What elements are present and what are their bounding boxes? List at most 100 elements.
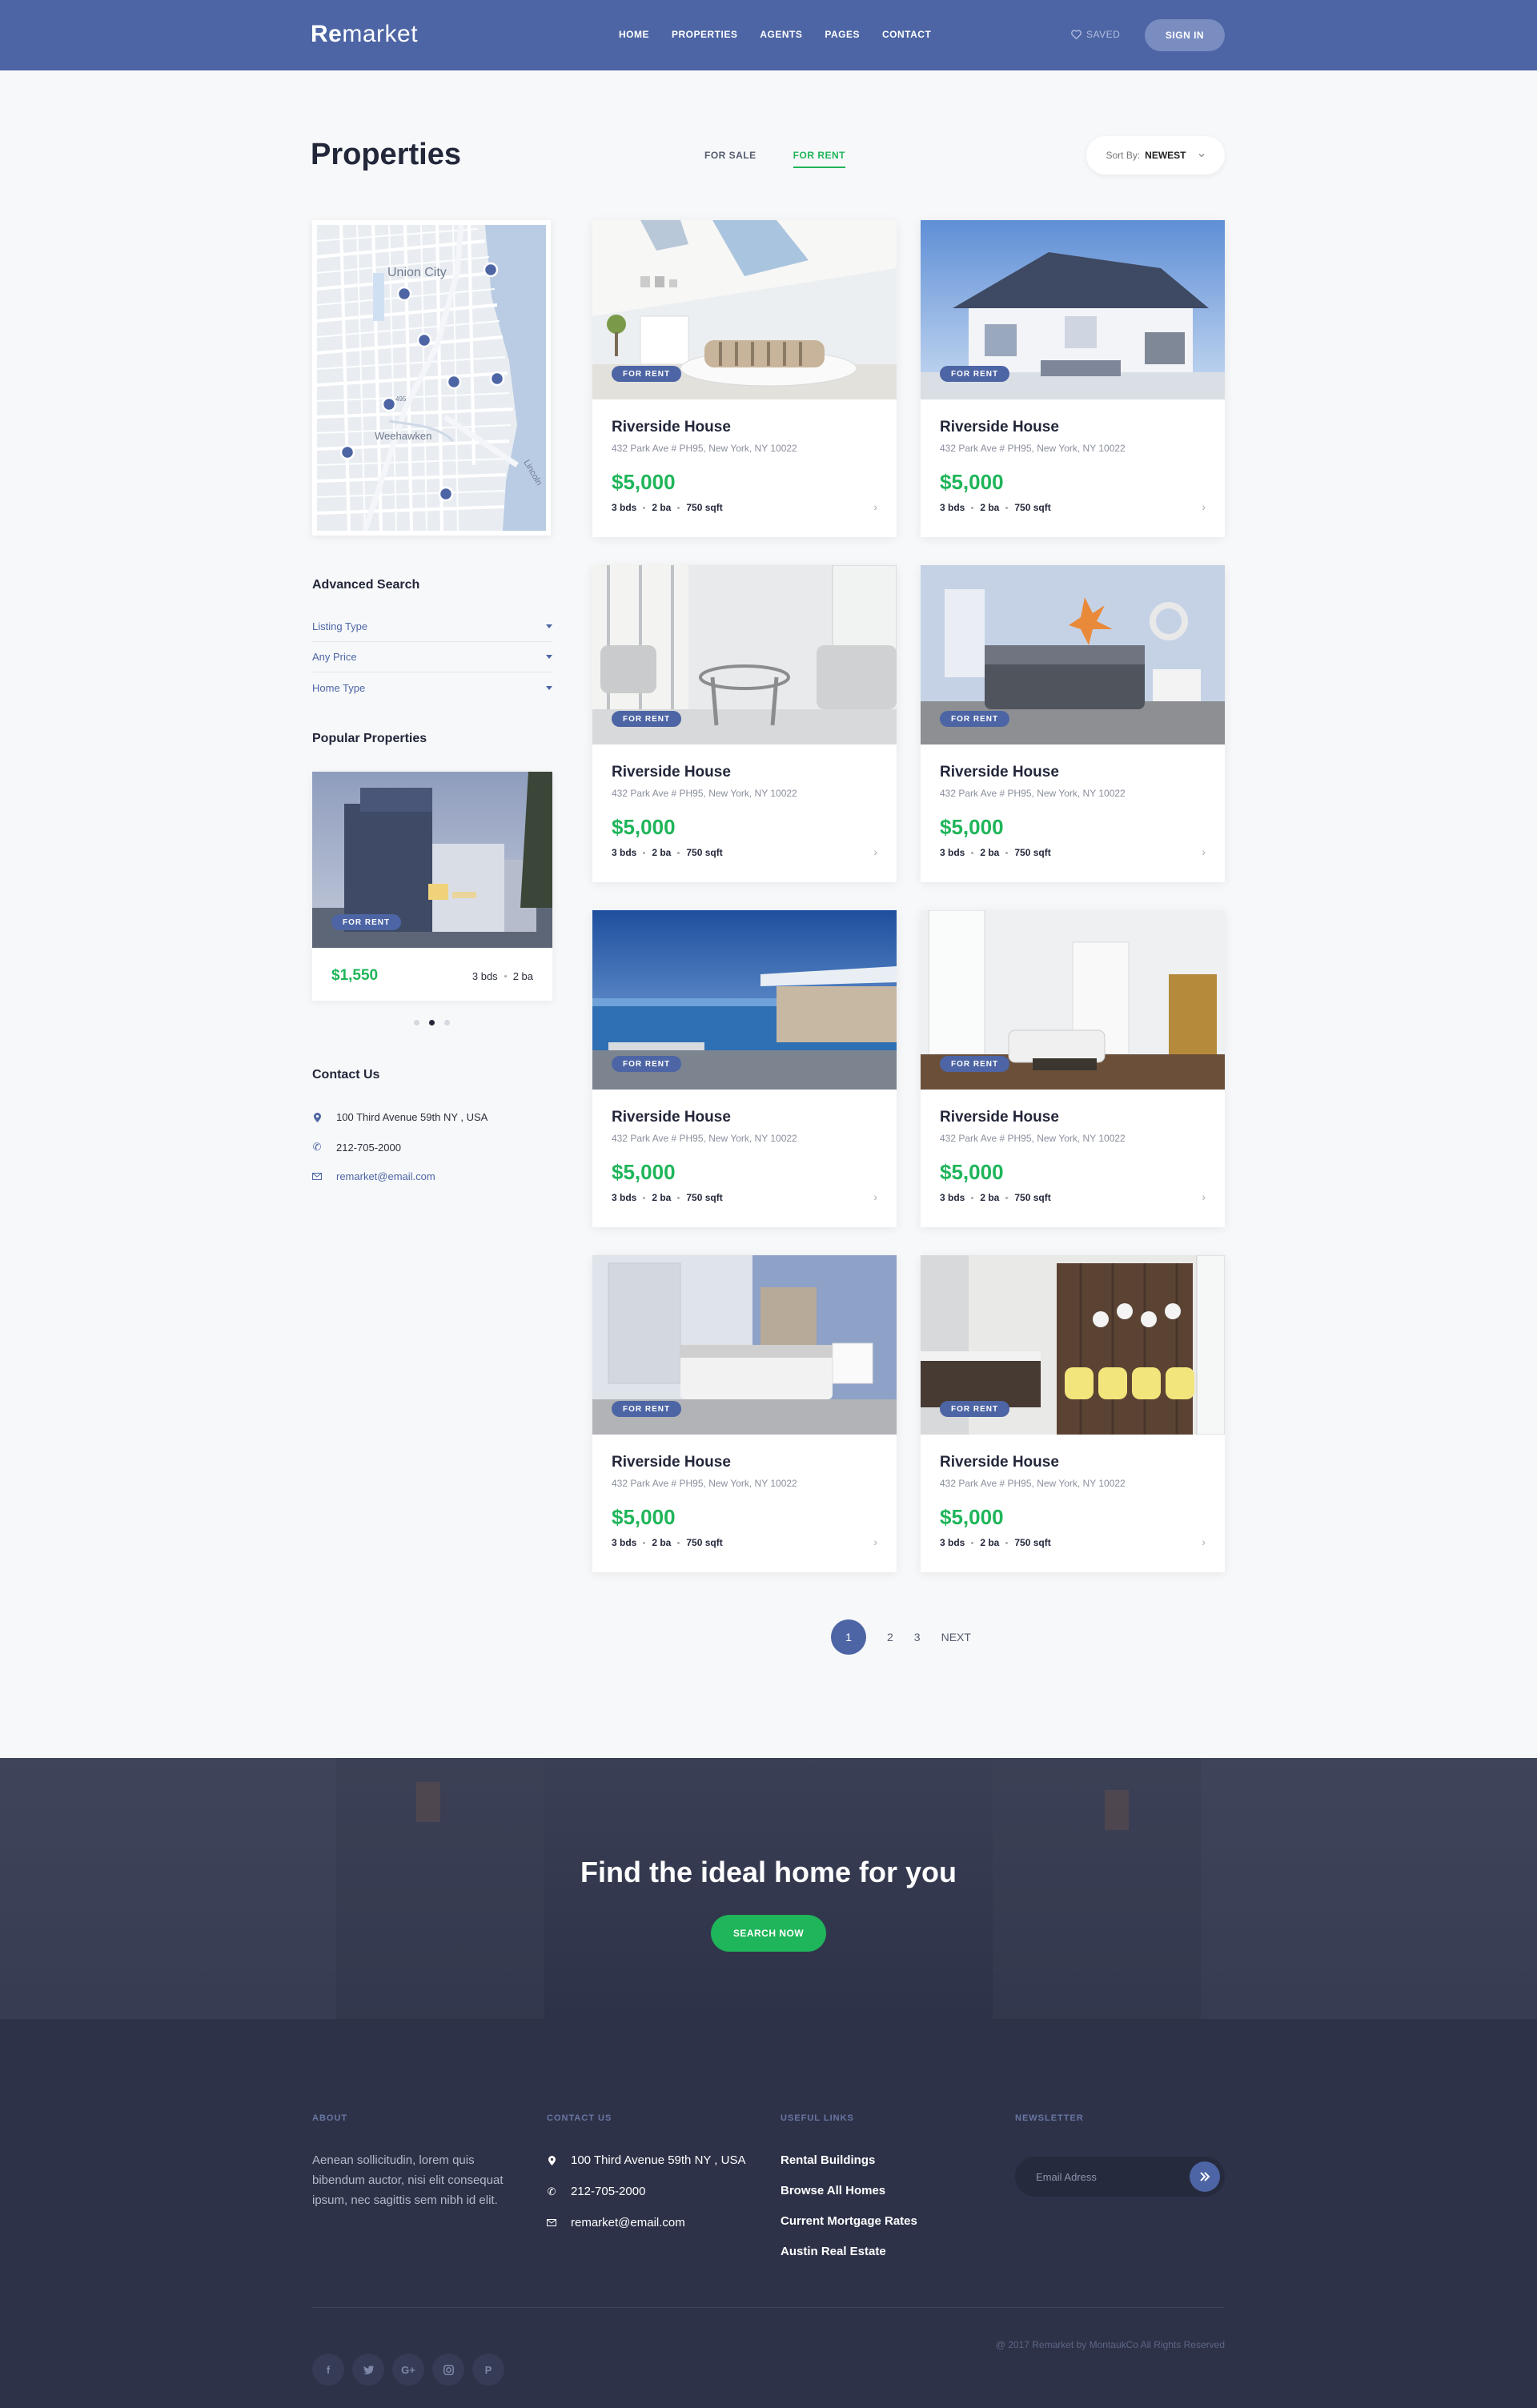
property-address: 432 Park Ave # PH95, New York, NY 10022 xyxy=(940,443,1126,454)
google-plus-icon[interactable]: G+ xyxy=(392,2354,424,2386)
page-2-button[interactable]: 2 xyxy=(887,1631,893,1643)
chevron-right-icon[interactable]: › xyxy=(1202,845,1206,858)
carousel-dot-active[interactable] xyxy=(429,1020,435,1025)
chevron-down-icon xyxy=(1198,154,1204,158)
newsletter-email-input[interactable] xyxy=(1036,2169,1172,2185)
footer-phone: ✆ 212-705-2000 xyxy=(547,2185,646,2198)
property-image: FOR RENT xyxy=(592,1255,897,1435)
tab-for-sale[interactable]: FOR SALE xyxy=(704,150,756,168)
area: 750 sqft xyxy=(686,1537,723,1548)
popular-baths: 2 ba xyxy=(512,970,533,982)
chevron-right-icon[interactable]: › xyxy=(1202,500,1206,513)
property-image: FOR RENT xyxy=(921,910,1225,1090)
beds: 3 bds xyxy=(940,847,965,858)
property-card[interactable]: FOR RENT Riverside House 432 Park Ave # … xyxy=(592,220,897,537)
property-price: $5,000 xyxy=(940,1160,1004,1184)
pinterest-icon[interactable]: P xyxy=(472,2354,504,2386)
sort-value: NEWEST xyxy=(1145,150,1186,161)
nav-agents[interactable]: AGENTS xyxy=(760,29,802,40)
footer-link-browse-homes[interactable]: Browse All Homes xyxy=(781,2184,885,2197)
tab-for-rent[interactable]: FOR RENT xyxy=(793,150,846,168)
property-card[interactable]: FOR RENT Riverside House 432 Park Ave # … xyxy=(592,565,897,882)
page-3-button[interactable]: 3 xyxy=(914,1631,921,1643)
property-features: 3 bds 2 ba 750 sqft xyxy=(612,1537,723,1548)
chevron-right-icon[interactable]: › xyxy=(873,500,877,513)
property-name[interactable]: Riverside House xyxy=(612,1454,731,1471)
newsletter-submit-button[interactable] xyxy=(1190,2161,1220,2192)
popular-property-image: FOR RENT xyxy=(312,772,552,948)
property-card[interactable]: FOR RENT Riverside House 432 Park Ave # … xyxy=(592,1255,897,1572)
property-card[interactable]: FOR RENT Riverside House 432 Park Ave # … xyxy=(921,220,1225,537)
area: 750 sqft xyxy=(686,502,723,513)
facebook-icon[interactable]: f xyxy=(312,2354,344,2386)
nav-contact[interactable]: CONTACT xyxy=(882,29,931,40)
property-address: 432 Park Ave # PH95, New York, NY 10022 xyxy=(612,788,797,799)
contact-address: 100 Third Avenue 59th NY , USA xyxy=(312,1111,488,1123)
property-features: 3 bds 2 ba 750 sqft xyxy=(612,847,723,858)
saved-link[interactable]: SAVED xyxy=(1071,29,1120,40)
area: 750 sqft xyxy=(1014,502,1051,513)
sign-in-button[interactable]: SIGN IN xyxy=(1145,19,1225,51)
listing-type-select[interactable]: Listing Type xyxy=(312,612,552,642)
property-card[interactable]: FOR RENT Riverside House 432 Park Ave # … xyxy=(921,1255,1225,1572)
property-features: 3 bds 2 ba 750 sqft xyxy=(940,1537,1051,1548)
caret-down-icon xyxy=(546,624,552,628)
property-price: $5,000 xyxy=(940,1505,1004,1529)
footer-link-austin-real-estate[interactable]: Austin Real Estate xyxy=(781,2245,886,2258)
instagram-icon[interactable] xyxy=(432,2354,464,2386)
home-type-select[interactable]: Home Type xyxy=(312,672,552,703)
property-name[interactable]: Riverside House xyxy=(940,1454,1059,1471)
property-image: FOR RENT xyxy=(592,220,897,399)
chevron-right-icon[interactable]: › xyxy=(1202,1535,1206,1548)
area: 750 sqft xyxy=(1014,1192,1051,1203)
price-label: Any Price xyxy=(312,651,357,663)
listing-type-label: Listing Type xyxy=(312,620,368,632)
property-card[interactable]: FOR RENT Riverside House 432 Park Ave # … xyxy=(592,910,897,1227)
sort-dropdown[interactable]: Sort By: NEWEST xyxy=(1086,136,1225,175)
property-price: $5,000 xyxy=(612,1505,676,1529)
chevron-right-icon[interactable]: › xyxy=(873,845,877,858)
for-rent-badge: FOR RENT xyxy=(612,711,682,727)
property-address: 432 Park Ave # PH95, New York, NY 10022 xyxy=(612,1133,797,1144)
property-image: FOR RENT xyxy=(921,565,1225,744)
property-name[interactable]: Riverside House xyxy=(612,764,731,781)
page-1-button[interactable]: 1 xyxy=(831,1619,866,1655)
price-select[interactable]: Any Price xyxy=(312,642,552,672)
property-price: $5,000 xyxy=(612,1160,676,1184)
footer-link-mortgage-rates[interactable]: Current Mortgage Rates xyxy=(781,2214,917,2228)
property-name[interactable]: Riverside House xyxy=(940,1109,1059,1126)
property-name[interactable]: Riverside House xyxy=(612,1109,731,1126)
contact-email[interactable]: remarket@email.com xyxy=(312,1170,435,1182)
logo[interactable]: Remarket xyxy=(311,21,418,48)
property-card[interactable]: FOR RENT Riverside House 432 Park Ave # … xyxy=(921,910,1225,1227)
nav-home[interactable]: HOME xyxy=(619,29,649,40)
nav-properties[interactable]: PROPERTIES xyxy=(672,29,737,40)
property-address: 432 Park Ave # PH95, New York, NY 10022 xyxy=(940,1478,1126,1489)
nav-pages[interactable]: PAGES xyxy=(825,29,860,40)
twitter-icon[interactable] xyxy=(352,2354,384,2386)
property-card[interactable]: FOR RENT Riverside House 432 Park Ave # … xyxy=(921,565,1225,882)
property-features: 3 bds 2 ba 750 sqft xyxy=(940,1192,1051,1203)
chevron-right-icon[interactable]: › xyxy=(873,1535,877,1548)
property-features: 3 bds 2 ba 750 sqft xyxy=(940,502,1051,513)
footer-email[interactable]: remarket@email.com xyxy=(547,2216,685,2229)
popular-property-card[interactable]: FOR RENT $1,550 3 bds 2 ba xyxy=(312,772,552,1001)
property-name[interactable]: Riverside House xyxy=(940,419,1059,436)
carousel-dot[interactable] xyxy=(444,1020,450,1025)
popular-beds: 3 bds xyxy=(472,970,498,982)
beds: 3 bds xyxy=(940,1192,965,1203)
cta-title: Find the ideal home for you xyxy=(580,1856,957,1888)
footer-about-title: ABOUT xyxy=(312,2113,348,2123)
carousel-dot[interactable] xyxy=(414,1020,419,1025)
popular-price: $1,550 xyxy=(331,967,379,984)
chevron-right-icon[interactable]: › xyxy=(873,1190,877,1203)
property-name[interactable]: Riverside House xyxy=(612,419,731,436)
next-page-button[interactable]: NEXT xyxy=(941,1631,971,1643)
property-name[interactable]: Riverside House xyxy=(940,764,1059,781)
search-now-button[interactable]: SEARCH NOW xyxy=(711,1915,826,1952)
property-map[interactable]: Union City Weehawken 495 Lincoln xyxy=(312,220,551,536)
baths: 2 ba xyxy=(980,847,1000,858)
caret-down-icon xyxy=(546,685,552,690)
footer-link-rental-buildings[interactable]: Rental Buildings xyxy=(781,2153,875,2167)
chevron-right-icon[interactable]: › xyxy=(1202,1190,1206,1203)
